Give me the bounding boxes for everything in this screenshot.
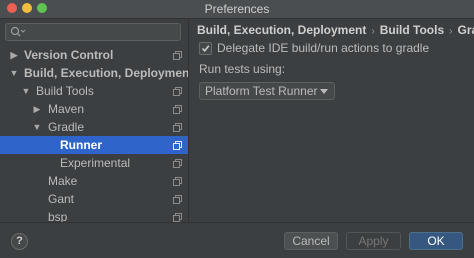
copy-icon bbox=[173, 141, 182, 150]
breadcrumb: Build, Execution, Deployment › Build Tools… bbox=[197, 21, 474, 41]
chevron-down-icon[interactable]: ▼ bbox=[9, 64, 19, 82]
tree-item-make[interactable]: Make bbox=[0, 172, 188, 190]
breadcrumb-item[interactable]: Build, Execution, Deployment bbox=[197, 23, 366, 37]
breadcrumb-item[interactable]: Gradle bbox=[457, 23, 474, 37]
search-field[interactable] bbox=[5, 23, 181, 41]
tree-item-runner[interactable]: Runner bbox=[0, 136, 188, 154]
breadcrumb-separator: › bbox=[449, 26, 453, 37]
tree-item-bsp[interactable]: bsp bbox=[0, 208, 188, 222]
breadcrumb-separator: › bbox=[371, 26, 375, 37]
chevron-right-icon[interactable]: ▶ bbox=[32, 100, 42, 118]
tree-item-label: bsp bbox=[48, 210, 68, 222]
dropdown-caret-icon bbox=[320, 89, 328, 94]
dialog-footer: ? Cancel Apply OK bbox=[0, 222, 474, 258]
copy-icon bbox=[173, 213, 182, 222]
ok-button[interactable]: OK bbox=[409, 232, 463, 250]
tree-item-label: Gant bbox=[48, 192, 75, 206]
delegate-build-checkbox[interactable] bbox=[199, 42, 212, 55]
check-icon bbox=[201, 45, 210, 53]
tree-item-label: Build Tools bbox=[36, 84, 94, 98]
tree-item-label: Version Control bbox=[24, 48, 114, 62]
tree-item-build-execution-deployment[interactable]: ▼ Build, Execution, Deployment bbox=[0, 64, 188, 82]
tree-item-experimental[interactable]: Experimental bbox=[0, 154, 188, 172]
breadcrumb-item[interactable]: Build Tools bbox=[380, 23, 444, 37]
tree-item-label: Make bbox=[48, 174, 78, 188]
copy-icon bbox=[173, 159, 182, 168]
copy-icon bbox=[173, 87, 182, 96]
tree-item-gradle[interactable]: ▼ Gradle bbox=[0, 118, 188, 136]
help-button[interactable]: ? bbox=[11, 233, 28, 250]
tree-item-label: Experimental bbox=[60, 156, 131, 170]
settings-content: Build, Execution, Deployment › Build Tools… bbox=[189, 19, 474, 222]
chevron-right-icon[interactable]: ▶ bbox=[9, 46, 19, 64]
chevron-down-icon[interactable]: ▼ bbox=[32, 118, 42, 136]
tree-item-maven[interactable]: ▶ Maven bbox=[0, 100, 188, 118]
copy-icon bbox=[173, 195, 182, 204]
tree-item-label: Build, Execution, Deployment bbox=[24, 66, 189, 80]
tree-item-version-control[interactable]: ▶ Version Control bbox=[0, 46, 188, 64]
search-icon bbox=[10, 26, 26, 37]
run-tests-select-value: Platform Test Runner bbox=[205, 84, 318, 98]
tree-item-build-tools[interactable]: ▼ Build Tools bbox=[0, 82, 188, 100]
help-icon: ? bbox=[16, 235, 23, 247]
tree-item-label: Runner bbox=[60, 138, 102, 152]
window-title: Preferences bbox=[204, 2, 270, 16]
run-tests-label: Run tests using: bbox=[199, 62, 286, 76]
apply-button[interactable]: Apply bbox=[346, 232, 401, 250]
title-bar: Preferences bbox=[0, 0, 474, 19]
chevron-down-icon[interactable]: ▼ bbox=[21, 82, 31, 100]
settings-sidebar: ▶ Version Control ▼ Build, Execution, De… bbox=[0, 19, 189, 222]
cancel-button[interactable]: Cancel bbox=[284, 232, 338, 250]
copy-icon bbox=[173, 123, 182, 132]
copy-icon bbox=[173, 177, 182, 186]
tree-item-label: Gradle bbox=[48, 120, 85, 134]
delegate-build-label[interactable]: Delegate IDE build/run actions to gradle bbox=[217, 40, 429, 56]
tree-item-gant[interactable]: Gant bbox=[0, 190, 188, 208]
search-input[interactable] bbox=[28, 25, 176, 39]
run-tests-select[interactable]: Platform Test Runner bbox=[199, 82, 335, 100]
copy-icon bbox=[173, 105, 182, 114]
copy-icon bbox=[173, 51, 182, 60]
tree-item-label: Maven bbox=[48, 102, 85, 116]
